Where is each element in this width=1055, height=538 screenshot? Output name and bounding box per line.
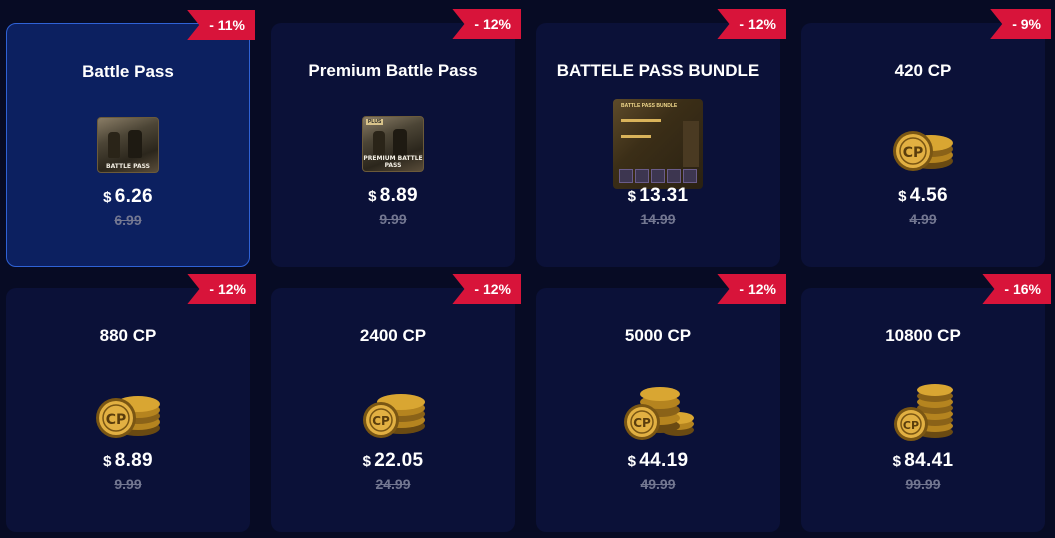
product-price: $6.26	[7, 186, 249, 208]
coin-label: CP	[106, 412, 127, 428]
cp-coins-icon: CP	[893, 131, 953, 171]
product-card-premium-battle-pass[interactable]: - 12% Premium Battle Pass PLUS PREMIUM B…	[271, 9, 521, 267]
cp-coins-icon: CP	[96, 396, 160, 438]
product-title: BATTELE PASS BUNDLE	[556, 61, 760, 80]
original-price: 9.99	[114, 476, 142, 492]
price-value: 13.31	[639, 185, 689, 206]
product-title: 5000 CP	[624, 326, 692, 345]
product-card-battle-pass[interactable]: - 11% Battle Pass BATTLE PASS $6.26 6.99	[6, 10, 255, 267]
product-title: 10800 CP	[885, 326, 961, 345]
thumb-caption: BATTLE PASS	[106, 163, 150, 170]
currency-symbol: $	[627, 188, 637, 205]
currency-symbol: $	[892, 453, 902, 470]
discount-badge: - 12%	[717, 274, 786, 304]
premium-battle-pass-image: PLUS PREMIUM BATTLE PASS	[362, 116, 424, 172]
original-price: 4.99	[909, 211, 937, 227]
price-value: 6.26	[114, 186, 153, 207]
currency-symbol: $	[103, 453, 112, 470]
battle-pass-image: BATTLE PASS	[97, 117, 159, 173]
original-price: 24.99	[375, 476, 411, 492]
currency-symbol: $	[362, 453, 372, 470]
coin-label: CP	[903, 419, 919, 432]
coin-label: CP	[633, 416, 651, 430]
currency-symbol: $	[627, 453, 637, 470]
product-price: $4.56	[801, 185, 1045, 207]
cp-coins-icon: CP	[363, 394, 425, 438]
product-price: $13.31	[536, 185, 780, 207]
product-card-880-cp[interactable]: - 12% 880 CP CP $8.89 9.99	[6, 274, 256, 532]
bundle-caption: BATTLE PASS BUNDLE	[621, 103, 678, 109]
battle-pass-bundle-image: BATTLE PASS BUNDLE	[613, 99, 703, 189]
price-value: 44.19	[639, 450, 689, 471]
original-price: 9.99	[379, 211, 407, 227]
original-price: 6.99	[114, 212, 142, 228]
price-value: 8.89	[379, 185, 418, 206]
currency-symbol: $	[368, 188, 377, 205]
discount-badge: - 9%	[990, 9, 1051, 39]
product-card-5000-cp[interactable]: - 12% 5000 CP CP $44.19 49.99	[536, 274, 786, 532]
product-price: $8.89	[6, 450, 250, 472]
original-price: 49.99	[640, 476, 676, 492]
price-value: 22.05	[374, 450, 424, 471]
original-price: 14.99	[640, 211, 676, 227]
discount-badge: - 16%	[982, 274, 1051, 304]
discount-badge: - 12%	[187, 274, 256, 304]
price-value: 84.41	[904, 450, 954, 471]
discount-badge: - 11%	[187, 10, 255, 40]
product-title: 2400 CP	[359, 326, 427, 345]
discount-badge: - 12%	[452, 274, 521, 304]
coin-label: CP	[903, 145, 924, 161]
price-value: 4.56	[909, 185, 948, 206]
product-price: $8.89	[271, 185, 515, 207]
cp-coins-icon: CP	[624, 387, 694, 440]
product-card-2400-cp[interactable]: - 12% 2400 CP CP $22.05 24.99	[271, 274, 521, 532]
discount-badge: - 12%	[452, 9, 521, 39]
original-price: 99.99	[905, 476, 941, 492]
thumb-caption: PREMIUM BATTLE PASS	[363, 155, 423, 169]
product-grid: - 11% Battle Pass BATTLE PASS $6.26 6.99…	[0, 0, 1055, 538]
currency-symbol: $	[103, 189, 112, 206]
product-title: 880 CP	[99, 326, 157, 345]
price-value: 8.89	[114, 450, 153, 471]
cp-coins-icon: CP	[894, 384, 953, 441]
product-card-10800-cp[interactable]: - 16% 10800 CP CP $84.41 99.99	[801, 274, 1051, 532]
product-price: $44.19	[536, 450, 780, 472]
product-title: Premium Battle Pass	[308, 61, 478, 80]
product-price: $22.05	[271, 450, 515, 472]
product-title: 420 CP	[894, 61, 952, 80]
product-card-420-cp[interactable]: - 9% 420 CP CP $4.56 4.99	[801, 9, 1051, 267]
product-price: $84.41	[801, 450, 1045, 472]
discount-badge: - 12%	[717, 9, 786, 39]
product-card-battle-pass-bundle[interactable]: - 12% BATTELE PASS BUNDLE BATTLE PASS BU…	[536, 9, 786, 267]
coin-label: CP	[372, 414, 390, 428]
plus-tag: PLUS	[366, 119, 384, 125]
product-title: Battle Pass	[82, 62, 174, 81]
currency-symbol: $	[898, 188, 907, 205]
